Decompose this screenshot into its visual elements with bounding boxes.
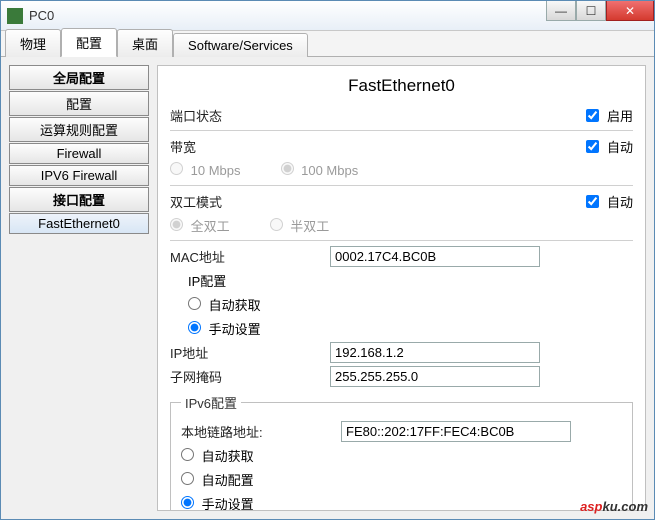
- label-mask: 子网掩码: [170, 367, 330, 386]
- sidebar-item-firewall[interactable]: Firewall: [9, 143, 149, 164]
- row-mask: 子网掩码: [170, 365, 633, 387]
- label-duplex-auto: 自动: [607, 192, 633, 211]
- maximize-button[interactable]: ☐: [576, 1, 606, 21]
- row-ipv6-autocfg: 自动配置: [181, 468, 622, 490]
- input-mac[interactable]: [330, 246, 540, 267]
- tab-physical[interactable]: 物理: [5, 29, 61, 57]
- legend-ipv6: IPv6配置: [181, 393, 241, 412]
- main-tabs: 物理 配置 桌面 Software/Services: [1, 31, 654, 57]
- row-bandwidth-opts: 10 Mbps 100 Mbps: [170, 159, 633, 181]
- app-window: PC0 — ☐ ✕ 物理 配置 桌面 Software/Services 全局配…: [0, 0, 655, 520]
- label-bandwidth-auto: 自动: [607, 137, 633, 156]
- titlebar: PC0 — ☐ ✕: [1, 1, 654, 31]
- radio-ipv6-manual[interactable]: 手动设置: [181, 494, 254, 512]
- watermark: aspku.com: [580, 491, 648, 517]
- legend-ipcfg: IP配置: [170, 269, 633, 291]
- window-controls: — ☐ ✕: [546, 1, 654, 30]
- checkbox-duplex-auto[interactable]: [586, 195, 599, 208]
- row-ipv6-auto: 自动获取: [181, 444, 622, 466]
- panel-title: FastEthernet0: [170, 76, 633, 96]
- radio-half-duplex[interactable]: 半双工: [270, 216, 330, 235]
- radio-ip-auto[interactable]: 自动获取: [188, 295, 261, 314]
- sidebar-header-global[interactable]: 全局配置: [9, 65, 149, 90]
- input-ip[interactable]: [330, 342, 540, 363]
- checkbox-port-enable[interactable]: [586, 109, 599, 122]
- radio-full-duplex[interactable]: 全双工: [170, 216, 230, 235]
- sidebar-item-algorithm[interactable]: 运算规则配置: [9, 117, 149, 142]
- row-duplex: 双工模式 自动: [170, 190, 633, 212]
- sidebar-header-interface[interactable]: 接口配置: [9, 187, 149, 212]
- sidebar: 全局配置 配置 运算规则配置 Firewall IPV6 Firewall 接口…: [9, 65, 149, 511]
- row-duplex-opts: 全双工 半双工: [170, 214, 633, 236]
- window-title: PC0: [29, 8, 546, 23]
- input-linklocal[interactable]: [341, 421, 571, 442]
- tab-config[interactable]: 配置: [61, 28, 117, 57]
- body: 全局配置 配置 运算规则配置 Firewall IPV6 Firewall 接口…: [1, 57, 654, 519]
- radio-ip-manual[interactable]: 手动设置: [188, 319, 261, 338]
- app-icon: [7, 8, 23, 24]
- label-duplex: 双工模式: [170, 192, 330, 211]
- row-ip: IP地址: [170, 341, 633, 363]
- row-ipv6-manual: 手动设置: [181, 492, 622, 511]
- row-mac: MAC地址: [170, 245, 633, 267]
- label-linklocal: 本地链路地址:: [181, 422, 341, 441]
- label-enable: 启用: [607, 106, 633, 125]
- fieldset-ipv6: IPv6配置 本地链路地址: 自动获取 自动配置 手动设置 IPv6地址: [170, 393, 633, 511]
- row-port-status: 端口状态 启用: [170, 104, 633, 126]
- tab-desktop[interactable]: 桌面: [117, 29, 173, 57]
- radio-100mbps[interactable]: 100 Mbps: [281, 162, 359, 178]
- row-bandwidth: 带宽 自动: [170, 135, 633, 157]
- content-panel: FastEthernet0 端口状态 启用 带宽 自动 10 Mbps: [157, 65, 646, 511]
- label-port-status: 端口状态: [170, 106, 330, 125]
- radio-ipv6-auto[interactable]: 自动获取: [181, 446, 254, 465]
- row-linklocal: 本地链路地址:: [181, 420, 622, 442]
- label-mac: MAC地址: [170, 247, 330, 266]
- sidebar-item-config[interactable]: 配置: [9, 91, 149, 116]
- radio-ipv6-autocfg[interactable]: 自动配置: [181, 470, 254, 489]
- close-button[interactable]: ✕: [606, 1, 654, 21]
- tab-software[interactable]: Software/Services: [173, 33, 308, 57]
- label-bandwidth: 带宽: [170, 137, 330, 156]
- sidebar-item-ipv6firewall[interactable]: IPV6 Firewall: [9, 165, 149, 186]
- input-mask[interactable]: [330, 366, 540, 387]
- row-ip-auto: 自动获取: [170, 293, 633, 315]
- label-ip: IP地址: [170, 343, 330, 362]
- minimize-button[interactable]: —: [546, 1, 576, 21]
- radio-10mbps[interactable]: 10 Mbps: [170, 162, 241, 178]
- sidebar-item-fastethernet0[interactable]: FastEthernet0: [9, 213, 149, 234]
- checkbox-bandwidth-auto[interactable]: [586, 140, 599, 153]
- row-ip-manual: 手动设置: [170, 317, 633, 339]
